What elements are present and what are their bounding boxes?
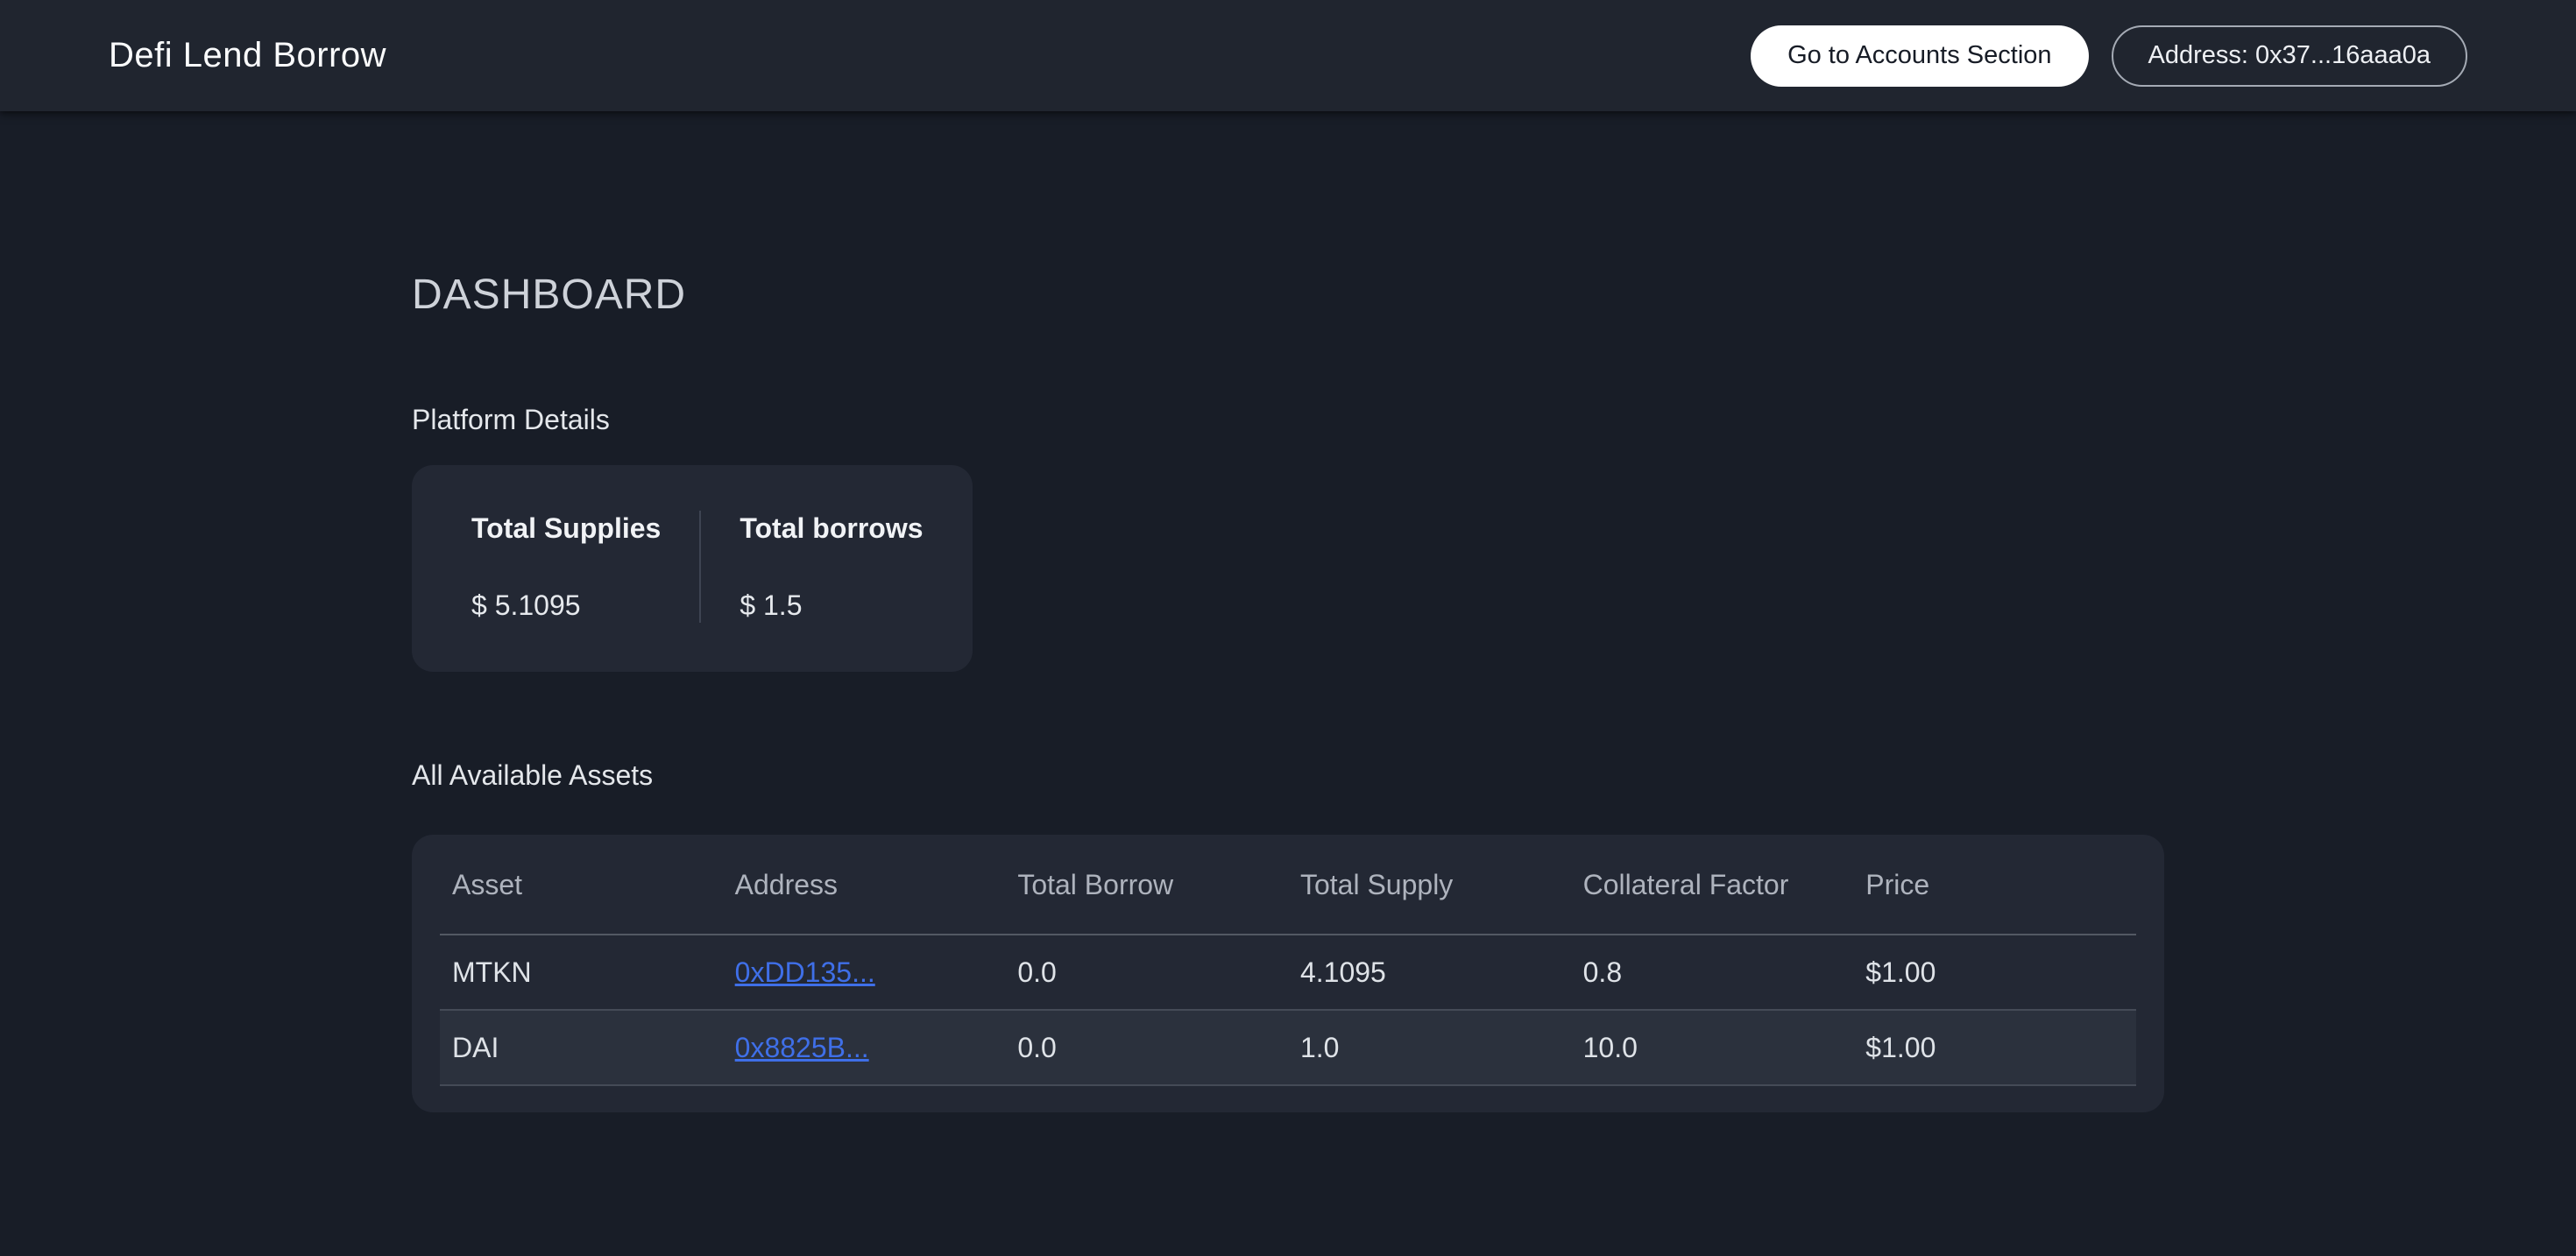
go-to-accounts-button[interactable]: Go to Accounts Section [1751,25,2088,87]
platform-stats-card: Total Supplies $ 5.1095 Total borrows $ … [412,465,973,672]
navbar-actions: Go to Accounts Section Address: 0x37...1… [1751,25,2467,87]
app-bar: Defi Lend Borrow Go to Accounts Section … [0,0,2576,111]
total-borrows-stat: Total borrows $ 1.5 [699,511,923,623]
assets-table: Asset Address Total Borrow Total Supply … [440,835,2136,1086]
collateral-factor-cell: 10.0 [1571,1010,1854,1085]
asset-name-cell: MTKN [440,935,723,1010]
total-supplies-label: Total Supplies [471,511,661,546]
asset-address-link[interactable]: 0x8825B... [735,1032,869,1063]
asset-row-dai: DAI 0x8825B... 0.0 1.0 10.0 $1.00 [440,1010,2136,1085]
total-borrow-cell: 0.0 [1005,1010,1288,1085]
app-title: Defi Lend Borrow [109,36,386,75]
total-borrows-label: Total borrows [740,511,923,546]
total-supply-cell: 4.1095 [1288,935,1571,1010]
wallet-address-button[interactable]: Address: 0x37...16aaa0a [2112,25,2467,87]
collateral-factor-cell: 0.8 [1571,935,1854,1010]
assets-table-header-row: Asset Address Total Borrow Total Supply … [440,835,2136,935]
available-assets-label: All Available Assets [412,756,2164,794]
assets-table-card: Asset Address Total Borrow Total Supply … [412,835,2164,1112]
asset-address-cell: 0x8825B... [723,1010,1006,1085]
asset-address-link[interactable]: 0xDD135... [735,956,875,988]
platform-details-label: Platform Details [412,400,2164,439]
dashboard-main: DASHBOARD Platform Details Total Supplie… [412,111,2164,1112]
total-supplies-value: $ 5.1095 [471,588,661,623]
asset-row-mtkn: MTKN 0xDD135... 0.0 4.1095 0.8 $1.00 [440,935,2136,1010]
asset-address-cell: 0xDD135... [723,935,1006,1010]
total-supplies-stat: Total Supplies $ 5.1095 [471,511,699,623]
price-cell: $1.00 [1853,935,2136,1010]
column-header-total-borrow: Total Borrow [1005,835,1288,935]
total-borrows-value: $ 1.5 [740,588,923,623]
column-header-address: Address [723,835,1006,935]
price-cell: $1.00 [1853,1010,2136,1085]
column-header-collateral-factor: Collateral Factor [1571,835,1854,935]
column-header-asset: Asset [440,835,723,935]
page-title: DASHBOARD [412,271,2164,320]
column-header-total-supply: Total Supply [1288,835,1571,935]
total-supply-cell: 1.0 [1288,1010,1571,1085]
total-borrow-cell: 0.0 [1005,935,1288,1010]
column-header-price: Price [1853,835,2136,935]
asset-name-cell: DAI [440,1010,723,1085]
